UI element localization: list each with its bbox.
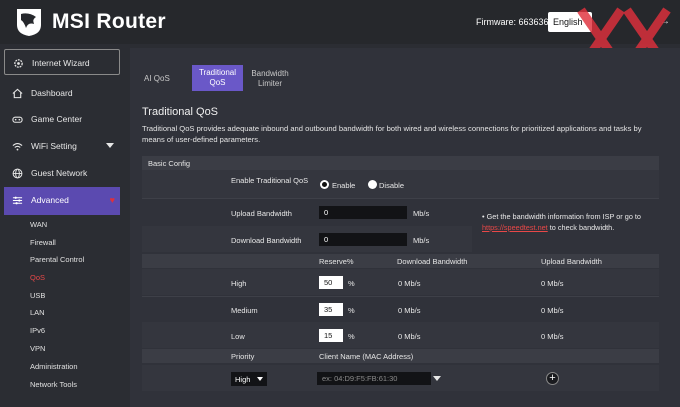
sidebar-item-label: Internet Wizard [32, 58, 90, 68]
column-header-download: Download Bandwidth [397, 257, 468, 266]
percent-sign: % [348, 306, 355, 315]
upload-value: 0 Mb/s [541, 332, 564, 341]
sidebar-subitem-network-tools[interactable]: Network Tools [30, 380, 77, 389]
sidebar-item-wifi-setting[interactable]: WiFi Setting [4, 133, 120, 159]
sidebar-subitem-vpn[interactable]: VPN [30, 344, 45, 353]
add-client-button[interactable]: + [546, 372, 559, 385]
priority-select[interactable]: High [231, 372, 267, 386]
unit-label: Mb/s [413, 236, 430, 245]
section-title: Basic Config [148, 159, 191, 168]
sidebar-item-guest-network[interactable]: Guest Network [4, 160, 120, 186]
sidebar-subitem-usb[interactable]: USB [30, 291, 45, 300]
priority-name: Medium [231, 306, 258, 315]
client-table-header: Priority Client Name (MAC Address) [142, 349, 659, 363]
priority-select-value: High [235, 375, 251, 384]
chevron-down-icon[interactable] [433, 376, 441, 381]
sidebar-item-label: Game Center [31, 114, 83, 124]
chevron-down-icon [106, 143, 114, 148]
reserve-input[interactable]: 50 [319, 276, 343, 289]
sidebar-subitem-lan[interactable]: LAN [30, 308, 45, 317]
download-bandwidth-label: Download Bandwidth [231, 236, 302, 245]
reserve-input[interactable]: 35 [319, 303, 343, 316]
priority-name: Low [231, 332, 245, 341]
sidebar-subitem-parental-control[interactable]: Parental Control [30, 255, 84, 264]
upload-bandwidth-label: Upload Bandwidth [231, 209, 292, 218]
firmware-version: Firmware: 663636 [476, 17, 549, 27]
main-panel: AI QoS Traditional QoS Bandwidth Limiter… [130, 48, 680, 407]
bandwidth-info-note: • Get the bandwidth information from ISP… [482, 211, 652, 233]
column-header-reserve: Reserve% [319, 257, 354, 266]
sidebar-item-label: Guest Network [31, 168, 88, 178]
percent-sign: % [348, 279, 355, 288]
tab-ai-qos[interactable]: AI QoS [144, 74, 170, 84]
brand-title: MSI Router [52, 10, 166, 33]
unit-label: Mb/s [413, 209, 430, 218]
sidebar-subitem-wan[interactable]: WAN [30, 220, 47, 229]
sidebar-subitem-qos[interactable]: QoS [30, 273, 45, 282]
sidebar-item-label: Advanced [31, 195, 69, 205]
priority-name: High [231, 279, 247, 288]
tab-traditional-qos[interactable]: Traditional QoS [192, 65, 243, 91]
top-bar: MSI Router Firmware: 663636 English → [0, 0, 680, 71]
gear-icon [14, 59, 23, 68]
column-header-priority: Priority [231, 352, 255, 361]
note-tail: to check bandwidth. [549, 223, 615, 232]
sidebar-item-label: WiFi Setting [31, 141, 77, 151]
enable-qos-label: Enable Traditional QoS [231, 176, 309, 185]
sidebar-subitem-ipv6[interactable]: IPv6 [30, 326, 45, 335]
sidebar: Internet Wizard Dashboard Game Center Wi… [0, 44, 130, 407]
sidebar-item-game-center[interactable]: Game Center [4, 106, 120, 132]
globe-icon [12, 168, 23, 179]
column-header-upload: Upload Bandwidth [541, 257, 602, 266]
tab-bandwidth-limiter[interactable]: Bandwidth Limiter [248, 69, 292, 89]
gamepad-icon [12, 116, 23, 123]
upload-value: 0 Mb/s [541, 306, 564, 315]
enable-radio-label: Enable [332, 181, 356, 190]
download-value: 0 Mb/s [398, 279, 421, 288]
reserve-input[interactable]: 15 [319, 329, 343, 342]
sidebar-item-advanced[interactable]: Advanced ♥ [4, 187, 120, 215]
section-header-basic-config: Basic Config [142, 156, 659, 170]
heart-icon: ♥ [109, 195, 115, 205]
divider [142, 198, 659, 199]
home-icon [12, 88, 23, 99]
upload-bandwidth-input[interactable]: 0 [319, 206, 407, 219]
disable-radio[interactable] [368, 180, 377, 189]
chevron-down-icon [257, 377, 263, 381]
sidebar-subitem-firewall[interactable]: Firewall [30, 238, 56, 247]
note-text: Get the bandwidth information from ISP o… [486, 212, 641, 221]
column-header-client: Client Name (MAC Address) [319, 352, 414, 361]
download-value: 0 Mb/s [398, 306, 421, 315]
disable-radio-label: Disable [379, 181, 405, 190]
divider [142, 296, 659, 297]
sliders-icon [12, 196, 23, 205]
sidebar-subitem-administration[interactable]: Administration [30, 362, 78, 371]
sidebar-item-label: Dashboard [31, 88, 73, 98]
upload-value: 0 Mb/s [541, 279, 564, 288]
client-mac-input[interactable]: ex: 04:D9:F5:FB:61:30 [317, 372, 431, 385]
page-description: Traditional QoS provides adequate inboun… [142, 124, 642, 144]
sidebar-item-dashboard[interactable]: Dashboard [4, 80, 120, 106]
sidebar-item-internet-wizard[interactable]: Internet Wizard [4, 49, 120, 75]
speedtest-link[interactable]: https://speedtest.net [482, 223, 548, 232]
msi-dragon-logo-icon [17, 9, 41, 36]
download-value: 0 Mb/s [398, 332, 421, 341]
qos-table-header: Reserve% Download Bandwidth Upload Bandw… [142, 254, 659, 268]
download-bandwidth-input[interactable]: 0 [319, 233, 407, 246]
wifi-icon [12, 142, 23, 151]
bullet: • [482, 212, 485, 221]
percent-sign: % [348, 332, 355, 341]
enable-radio[interactable] [320, 180, 329, 189]
page-title: Traditional QoS [142, 106, 219, 118]
